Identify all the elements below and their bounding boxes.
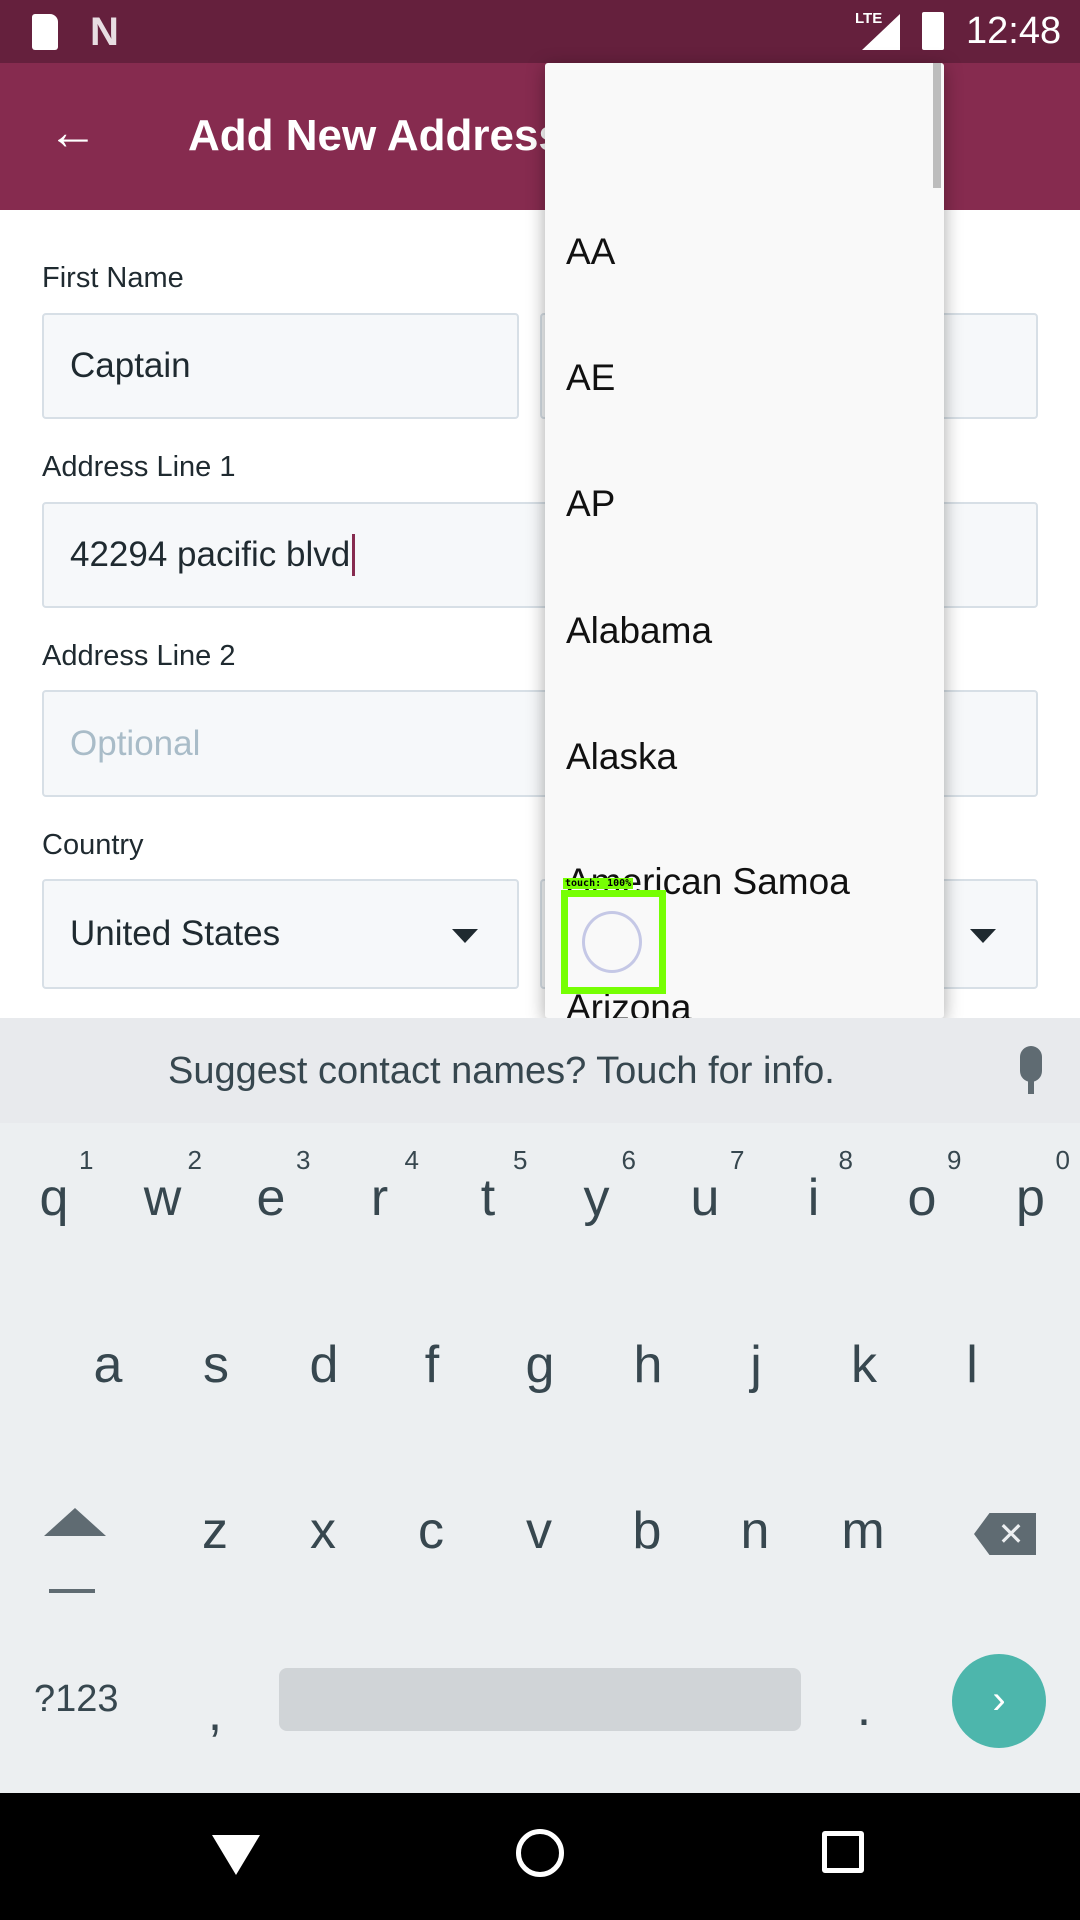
address1-value: 42294 pacific blvd: [70, 535, 351, 574]
first-name-label: First Name: [42, 262, 184, 294]
key-p[interactable]: p: [1016, 1168, 1045, 1228]
key-m[interactable]: m: [841, 1501, 884, 1561]
option-ae[interactable]: AE: [566, 357, 615, 399]
first-name-value: Captain: [70, 346, 191, 385]
battery-icon: [922, 12, 944, 50]
address1-label: Address Line 1: [42, 451, 236, 483]
country-value: United States: [70, 914, 281, 953]
key-w[interactable]: w: [144, 1168, 182, 1228]
key-t[interactable]: t: [481, 1168, 495, 1228]
scrollbar[interactable]: [933, 63, 941, 188]
address2-label: Address Line 2: [42, 640, 236, 672]
n-icon: N: [90, 10, 119, 54]
key-b[interactable]: b: [633, 1501, 662, 1561]
keyboard: ✕ ?123 , . › q1 w2 e3 r4 t5 y6 u7 i8 o9 p0 a s d f g h j…: [0, 1123, 1080, 1793]
key-c[interactable]: c: [418, 1501, 444, 1561]
country-select[interactable]: United States: [42, 879, 519, 989]
key-k[interactable]: k: [851, 1335, 877, 1395]
status-bar: N LTE 12:48: [0, 0, 1080, 63]
option-alaska[interactable]: Alaska: [566, 736, 677, 778]
microphone-icon[interactable]: [1020, 1046, 1042, 1082]
suggestion-text[interactable]: Suggest contact names? Touch for info.: [168, 1050, 835, 1093]
key-x[interactable]: x: [310, 1501, 336, 1561]
key-hint-y: 6: [621, 1145, 636, 1175]
backspace-key[interactable]: ✕: [974, 1513, 1036, 1555]
option-aa[interactable]: AA: [566, 231, 615, 273]
shift-underline: [49, 1589, 95, 1593]
touch-label: touch: 100%: [563, 878, 634, 889]
clock: 12:48: [966, 10, 1062, 52]
key-n[interactable]: n: [741, 1501, 770, 1561]
key-hint-t: 5: [513, 1145, 528, 1175]
address2-placeholder: Optional: [70, 723, 201, 763]
space-bar[interactable]: [279, 1668, 801, 1731]
microphone-stand: [1028, 1080, 1034, 1094]
first-name-input[interactable]: Captain: [42, 313, 519, 419]
key-a[interactable]: a: [94, 1335, 123, 1395]
key-q[interactable]: q: [40, 1168, 69, 1228]
country-label: Country: [42, 829, 144, 861]
chevron-down-icon: [970, 929, 996, 943]
network-type: LTE: [855, 10, 883, 27]
touch-indicator: [561, 890, 666, 994]
key-s[interactable]: s: [203, 1335, 229, 1395]
key-hint-o: 9: [947, 1145, 962, 1175]
suggestion-bar[interactable]: Suggest contact names? Touch for info.: [0, 1018, 1080, 1123]
shift-key[interactable]: [44, 1508, 106, 1536]
home-nav-icon[interactable]: [516, 1829, 564, 1877]
key-hint-i: 8: [838, 1145, 853, 1175]
key-z[interactable]: z: [202, 1501, 228, 1561]
period-key[interactable]: .: [857, 1678, 871, 1738]
enter-key[interactable]: ›: [952, 1654, 1046, 1748]
navigation-bar: [0, 1793, 1080, 1920]
option-alabama[interactable]: Alabama: [566, 610, 712, 652]
key-hint-p: 0: [1055, 1145, 1070, 1175]
key-y[interactable]: y: [584, 1168, 610, 1228]
key-v[interactable]: v: [526, 1501, 552, 1561]
back-nav-icon[interactable]: [212, 1835, 260, 1875]
text-cursor: [352, 534, 356, 576]
state-dropdown-list[interactable]: AA AE AP Alabama Alaska American Samoa A…: [545, 63, 944, 1018]
key-e[interactable]: e: [257, 1168, 286, 1228]
key-hint-u: 7: [730, 1145, 745, 1175]
chevron-down-icon: [452, 929, 478, 943]
key-d[interactable]: d: [310, 1335, 339, 1395]
sd-card-icon: [32, 14, 58, 50]
key-hint-w: 2: [187, 1145, 202, 1175]
symbols-key[interactable]: ?123: [34, 1678, 119, 1721]
key-i[interactable]: i: [808, 1168, 820, 1228]
option-ap[interactable]: AP: [566, 483, 615, 525]
back-arrow-icon[interactable]: ←: [48, 103, 98, 161]
key-g[interactable]: g: [526, 1335, 555, 1395]
page-title: Add New Address: [188, 111, 563, 160]
key-hint-r: 4: [404, 1145, 419, 1175]
touch-circle-icon: [582, 911, 642, 973]
recents-nav-icon[interactable]: [822, 1831, 864, 1873]
key-hint-e: 3: [296, 1145, 311, 1175]
comma-key[interactable]: ,: [208, 1683, 222, 1743]
key-f[interactable]: f: [425, 1335, 439, 1395]
key-o[interactable]: o: [908, 1168, 937, 1228]
key-hint-q: 1: [79, 1145, 94, 1175]
key-h[interactable]: h: [634, 1335, 663, 1395]
key-j[interactable]: j: [750, 1335, 762, 1395]
key-l[interactable]: l: [966, 1335, 978, 1395]
key-r[interactable]: r: [371, 1168, 388, 1228]
key-u[interactable]: u: [691, 1168, 720, 1228]
